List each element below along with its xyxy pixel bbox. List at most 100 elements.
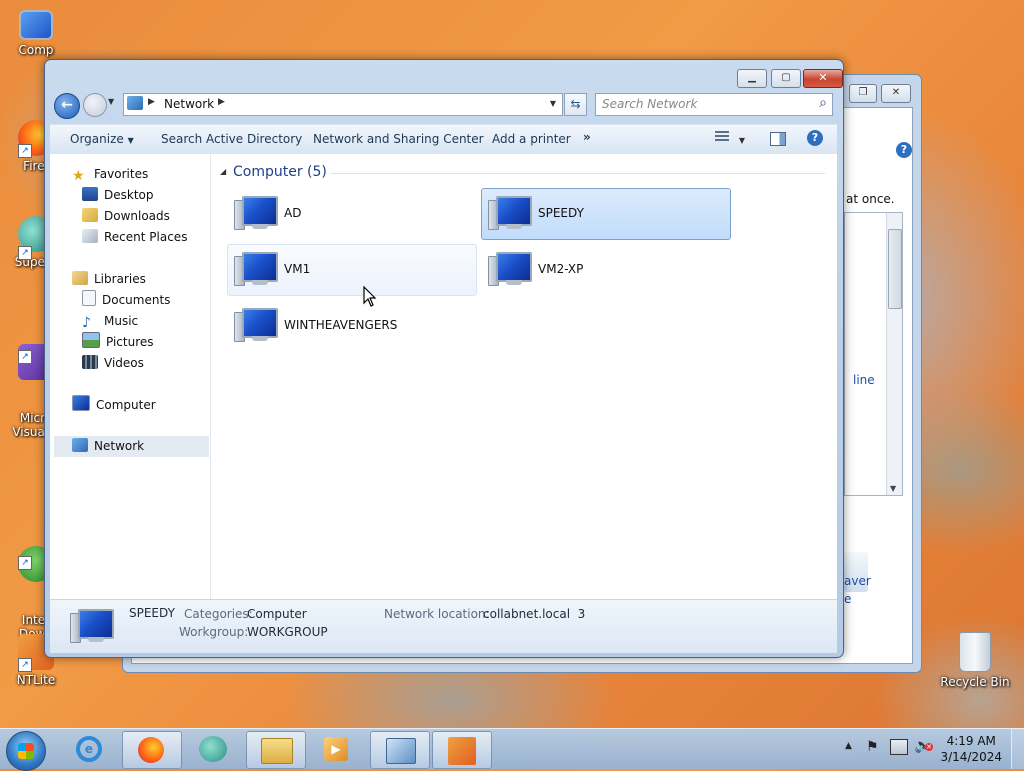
scroll-down-icon[interactable]: ▼ bbox=[890, 484, 896, 493]
nav-favorites[interactable]: ★ Favorites bbox=[72, 164, 148, 184]
show-desktop-button[interactable] bbox=[1011, 729, 1024, 769]
internet-explorer-icon: e bbox=[76, 736, 102, 762]
recent-places-icon bbox=[82, 229, 98, 243]
network-tray-icon[interactable] bbox=[890, 739, 908, 755]
desktop-icon-computer[interactable]: Comp bbox=[4, 10, 68, 57]
group-header[interactable]: Computer (5) bbox=[233, 164, 327, 180]
computer-item-ad[interactable]: AD bbox=[227, 188, 477, 240]
more-commands-button[interactable]: » bbox=[583, 130, 591, 144]
address-bar[interactable]: ▶ Network ▶ ▼ bbox=[123, 93, 563, 116]
taskbar: e ▶ ▲ ⚑ 🔈 ✕ 4:19 AM 3/14/2024 bbox=[0, 728, 1024, 771]
computer-item-speedy[interactable]: SPEEDY bbox=[481, 188, 731, 240]
nav-libraries[interactable]: Libraries bbox=[72, 269, 146, 289]
action-center-flag-icon[interactable]: ⚑ bbox=[866, 739, 879, 755]
close-button[interactable]: ✕ bbox=[881, 84, 911, 103]
content-pane[interactable]: ◢ Computer (5) AD SPEEDY VM1 VM2-XP WINT… bbox=[211, 154, 837, 599]
computer-name: VM1 bbox=[284, 262, 311, 276]
nav-libraries-label: Libraries bbox=[94, 272, 146, 286]
pictures-icon bbox=[82, 332, 100, 348]
forward-button[interactable] bbox=[83, 93, 107, 117]
system-clock[interactable]: 4:19 AM 3/14/2024 bbox=[940, 733, 1002, 765]
network-sharing-center-button[interactable]: Network and Sharing Center bbox=[313, 132, 484, 146]
nav-videos[interactable]: Videos bbox=[82, 353, 144, 373]
clock-time: 4:19 AM bbox=[946, 734, 996, 748]
shortcut-arrow-icon: ↗ bbox=[18, 556, 32, 570]
computer-item-vm2-xp[interactable]: VM2-XP bbox=[481, 244, 731, 296]
background-link[interactable]: e bbox=[844, 592, 851, 606]
details-categories-value: Computer bbox=[247, 607, 307, 621]
media-player-icon: ▶ bbox=[324, 737, 348, 761]
computer-icon bbox=[234, 308, 278, 342]
videos-icon bbox=[82, 355, 98, 369]
computer-item-vm1[interactable]: VM1 bbox=[227, 244, 477, 296]
taskbar-windows-explorer[interactable] bbox=[246, 731, 306, 769]
search-network-input[interactable]: Search Network ⌕ bbox=[595, 93, 833, 116]
taskbar-supernova[interactable] bbox=[184, 731, 242, 767]
background-list-box[interactable]: ▼ line bbox=[844, 212, 903, 496]
taskbar-firefox[interactable] bbox=[122, 731, 182, 769]
nav-recent-label: Recent Places bbox=[104, 230, 188, 244]
details-location-label: Network location: bbox=[384, 607, 490, 621]
taskbar-ntlite[interactable] bbox=[432, 731, 492, 769]
shortcut-arrow-icon: ↗ bbox=[18, 246, 32, 260]
downloads-icon bbox=[82, 208, 98, 222]
nav-desktop[interactable]: Desktop bbox=[82, 185, 154, 205]
start-button[interactable] bbox=[6, 731, 46, 771]
address-dropdown-icon[interactable]: ▼ bbox=[550, 99, 556, 108]
taskbar-internet-explorer[interactable]: e bbox=[60, 731, 118, 767]
breadcrumb-separator-icon[interactable]: ▶ bbox=[218, 97, 225, 107]
computer-item-wintheavengers[interactable]: WINTHEAVENGERS bbox=[227, 300, 477, 352]
help-icon[interactable]: ? bbox=[807, 130, 823, 146]
network-icon bbox=[127, 96, 143, 110]
nav-downloads-label: Downloads bbox=[104, 209, 170, 223]
explorer-body: ★ Favorites Desktop Downloads Recent Plac… bbox=[50, 154, 837, 599]
nav-pictures[interactable]: Pictures bbox=[82, 332, 154, 352]
nav-network[interactable]: Network bbox=[72, 436, 144, 456]
nav-music[interactable]: ♪ Music bbox=[82, 311, 138, 331]
navigation-pane: ★ Favorites Desktop Downloads Recent Plac… bbox=[50, 154, 211, 599]
maximize-button[interactable]: ▢ bbox=[771, 69, 801, 88]
add-printer-button[interactable]: Add a printer bbox=[492, 132, 571, 146]
recent-pages-dropdown-icon[interactable]: ▼ bbox=[108, 97, 114, 106]
nav-computer-label: Computer bbox=[96, 398, 156, 412]
computer-name: VM2-XP bbox=[538, 262, 584, 276]
background-link[interactable]: aver bbox=[844, 574, 871, 588]
show-hidden-icons-button[interactable]: ▲ bbox=[845, 741, 852, 751]
nav-network-selected[interactable]: Network bbox=[54, 436, 209, 457]
nav-documents-label: Documents bbox=[102, 293, 171, 307]
refresh-button[interactable]: ⇆ bbox=[564, 93, 587, 116]
nav-downloads[interactable]: Downloads bbox=[82, 206, 170, 226]
preview-pane-button[interactable] bbox=[770, 132, 786, 146]
computer-icon bbox=[488, 252, 532, 286]
mouse-cursor-icon bbox=[363, 286, 377, 307]
group-collapse-icon[interactable]: ◢ bbox=[220, 167, 226, 176]
nav-documents[interactable]: Documents bbox=[82, 290, 170, 310]
search-active-directory-button[interactable]: Search Active Directory bbox=[161, 132, 302, 146]
organize-menu[interactable]: Organize ▼ bbox=[70, 132, 134, 146]
taskbar-control-panel[interactable] bbox=[370, 731, 430, 769]
help-icon[interactable]: ? bbox=[896, 142, 912, 158]
nav-computer[interactable]: Computer bbox=[72, 395, 156, 415]
restore-button[interactable]: ❐ bbox=[849, 84, 877, 103]
clock-date: 3/14/2024 bbox=[940, 750, 1002, 764]
view-options-button[interactable]: ▼ bbox=[715, 131, 751, 148]
background-link[interactable]: line bbox=[853, 373, 875, 387]
details-categories-label: Categories: bbox=[184, 607, 253, 621]
group-header-rule bbox=[331, 173, 825, 174]
desktop-icon-recycle-bin[interactable]: Recycle Bin bbox=[940, 632, 1010, 689]
scrollbar-track[interactable]: ▼ bbox=[886, 213, 902, 495]
network-explorer-window[interactable]: ▁ ▢ ✕ ← ▼ ▶ Network ▶ ▼ ⇆ Search Network… bbox=[44, 59, 844, 658]
command-bar: Organize ▼ Search Active Directory Netwo… bbox=[50, 124, 837, 155]
breadcrumb-network[interactable]: Network bbox=[164, 97, 214, 111]
scrollbar-thumb[interactable] bbox=[888, 229, 902, 309]
minimize-button[interactable]: ▁ bbox=[737, 69, 767, 88]
taskbar-media-player[interactable]: ▶ bbox=[308, 731, 366, 767]
back-button[interactable]: ← bbox=[54, 93, 80, 119]
search-icon[interactable]: ⌕ bbox=[819, 95, 827, 111]
computer-icon bbox=[234, 196, 278, 230]
libraries-icon bbox=[72, 271, 88, 285]
nav-recent-places[interactable]: Recent Places bbox=[82, 227, 187, 247]
nav-pictures-label: Pictures bbox=[106, 335, 154, 349]
breadcrumb-separator-icon[interactable]: ▶ bbox=[148, 97, 155, 107]
close-button[interactable]: ✕ bbox=[803, 69, 843, 88]
